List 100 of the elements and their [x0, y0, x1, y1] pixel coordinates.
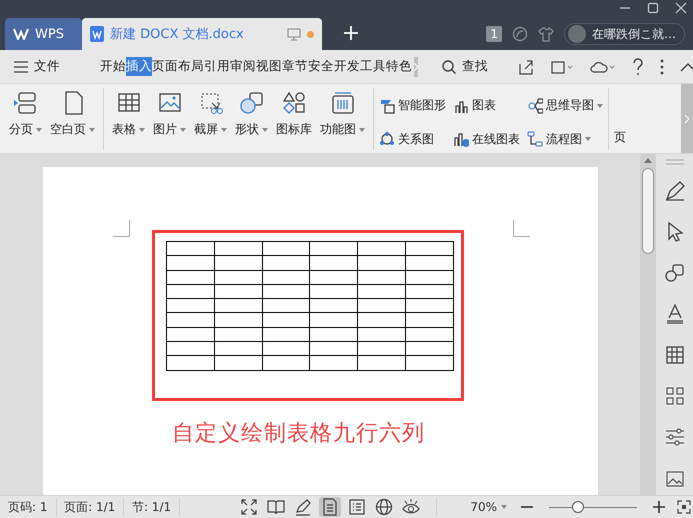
table-cell[interactable]	[166, 312, 214, 328]
fit-window-button[interactable]	[674, 499, 693, 515]
table-cell[interactable]	[214, 284, 262, 299]
table-cell[interactable]	[262, 327, 310, 342]
table-cell[interactable]	[262, 270, 310, 284]
online-chart-icon	[453, 131, 469, 148]
table-cell[interactable]	[262, 312, 310, 328]
tab-label: WPS	[35, 26, 65, 42]
table-cell[interactable]	[358, 312, 406, 328]
table-cell[interactable]	[262, 356, 310, 370]
table-cell[interactable]	[262, 284, 310, 299]
ribbon-tab[interactable]: 页面布局	[152, 57, 204, 76]
table-cell[interactable]	[214, 242, 262, 256]
zoom-dropdown[interactable]: 70%	[468, 499, 510, 515]
search-button[interactable]: 查找	[442, 58, 488, 75]
ribbon-tab[interactable]: 开始	[100, 57, 126, 76]
ribbon-button[interactable]: 在线图表	[453, 126, 520, 153]
ribbon-button[interactable]: 思维导图	[527, 92, 603, 120]
table-cell[interactable]	[214, 270, 262, 284]
table-cell[interactable]	[262, 242, 310, 256]
file-menu[interactable]: 文件	[14, 58, 60, 75]
ribbon-button[interactable]: 形状	[232, 88, 271, 140]
table-cell[interactable]	[214, 327, 262, 342]
ribbon-button[interactable]: 流程图	[527, 126, 603, 153]
table-cell[interactable]	[358, 342, 406, 356]
ribbon-tab[interactable]: 开发工具	[334, 57, 386, 76]
table-cell[interactable]	[166, 327, 214, 342]
close-icon	[675, 2, 687, 14]
table-cell[interactable]	[406, 327, 454, 342]
document-tab[interactable]: 新建 DOCX 文档.docx	[82, 18, 322, 50]
table-cell[interactable]	[358, 327, 406, 342]
slider-thumb[interactable]	[572, 501, 584, 513]
home-tab[interactable]: WPS	[5, 18, 82, 50]
globe-icon	[374, 498, 393, 516]
ribbon-button[interactable]: 图表	[453, 92, 520, 120]
table-cell[interactable]	[358, 356, 406, 370]
table-cell[interactable]	[166, 242, 214, 256]
table-cell[interactable]	[358, 270, 406, 284]
ribbon-button[interactable]: 页	[614, 88, 626, 153]
table-cell[interactable]	[262, 342, 310, 356]
pen-icon	[294, 498, 312, 516]
ribbon-button[interactable]: 关系图	[379, 126, 446, 153]
margin-mark	[113, 220, 130, 237]
table-cell[interactable]	[310, 242, 358, 256]
table-cell[interactable]	[406, 270, 454, 284]
table-cell[interactable]	[406, 284, 454, 299]
view-mode-button[interactable]	[318, 497, 341, 517]
table-cell[interactable]	[406, 242, 454, 256]
table-cell[interactable]	[358, 242, 406, 256]
user-account[interactable]: 在哪跌倒こ就…	[564, 23, 685, 45]
share-icon	[518, 58, 534, 74]
table-cell[interactable]	[310, 284, 358, 299]
table-cell[interactable]	[310, 327, 358, 342]
table-cell[interactable]	[310, 342, 358, 356]
table-cell[interactable]	[214, 342, 262, 356]
table-cell[interactable]	[214, 312, 262, 328]
ribbon-button[interactable]: 分页	[6, 88, 45, 140]
table-cell[interactable]	[214, 356, 262, 370]
table-cell[interactable]	[214, 256, 262, 270]
table-cell[interactable]	[166, 256, 214, 270]
table-cell[interactable]	[166, 284, 214, 299]
table-cell[interactable]	[310, 312, 358, 328]
ribbon-button[interactable]: 智能图形	[379, 92, 446, 120]
table-cell[interactable]	[310, 298, 358, 313]
table-cell[interactable]	[262, 298, 310, 313]
ribbon-button[interactable]: 图标库	[273, 88, 315, 140]
table-cell[interactable]	[358, 256, 406, 270]
ribbon-button[interactable]: 截屏	[191, 88, 230, 140]
section-info: 节: 1/1	[132, 498, 172, 516]
ribbon-button[interactable]: 表格	[109, 88, 148, 140]
table-cell[interactable]	[310, 270, 358, 284]
table-cell[interactable]	[406, 298, 454, 313]
table-cell[interactable]	[166, 342, 214, 356]
ribbon-tab[interactable]: 特色	[386, 57, 412, 76]
ribbon-tab[interactable]: 引用	[204, 57, 230, 76]
table-cell[interactable]	[310, 256, 358, 270]
table-cell[interactable]	[262, 256, 310, 270]
ribbon-tab[interactable]: 插入	[126, 57, 152, 76]
ribbon-tab[interactable]: 章节	[282, 57, 308, 76]
scrollbar[interactable]	[640, 154, 656, 495]
table-cell[interactable]	[166, 298, 214, 313]
table-cell[interactable]	[406, 356, 454, 370]
table-cell[interactable]	[310, 356, 358, 370]
ribbon-tab[interactable]: 审阅	[230, 57, 256, 76]
scrollbar-thumb[interactable]	[642, 168, 654, 254]
ribbon-button[interactable]: 功能图	[317, 88, 368, 140]
table-cell[interactable]	[358, 284, 406, 299]
table-cell[interactable]	[358, 298, 406, 313]
ribbon-button[interactable]: 图片	[150, 88, 189, 140]
ribbon-button[interactable]: 空白页	[47, 88, 98, 140]
wps-logo-icon	[13, 28, 29, 40]
table-cell[interactable]	[214, 298, 262, 313]
table-cell[interactable]	[166, 270, 214, 284]
table-cell[interactable]	[406, 312, 454, 328]
table-cell[interactable]	[406, 256, 454, 270]
table-cell[interactable]	[166, 356, 214, 370]
zoom-in-button[interactable]	[650, 500, 667, 514]
table-cell[interactable]	[406, 342, 454, 356]
ribbon-tab[interactable]: 视图	[256, 57, 282, 76]
ribbon-tab[interactable]: 安全	[308, 57, 334, 76]
